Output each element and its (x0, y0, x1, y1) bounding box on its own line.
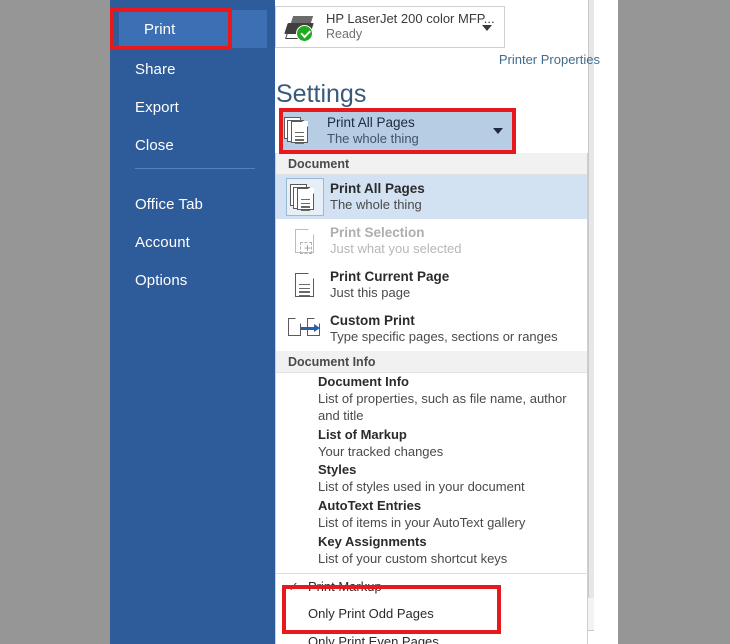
menu-item-title: AutoText Entries (318, 498, 587, 515)
printer-status: Ready (326, 27, 495, 43)
sidebar-item-label: Close (135, 137, 174, 154)
sidebar-item-label: Print (144, 21, 175, 38)
combo-subtitle: The whole thing (327, 131, 419, 148)
menu-item-subtitle: List of styles used in your document (318, 479, 587, 496)
menu-item-subtitle: Just this page (330, 285, 449, 302)
pages-stack-icon (281, 112, 319, 150)
sidebar-item-print[interactable]: Print (119, 10, 267, 48)
menu-item-subtitle: List of your custom shortcut keys (318, 551, 587, 568)
menu-item-subtitle: List of items in your AutoText gallery (318, 515, 587, 532)
menu-item-styles[interactable]: Styles List of styles used in your docum… (276, 461, 587, 497)
printer-name: HP LaserJet 200 color MFP... (326, 11, 495, 27)
sidebar-item-label: Options (135, 272, 187, 289)
menu-item-subtitle: Your tracked changes (318, 444, 587, 461)
sidebar-item-close[interactable]: Close (110, 126, 275, 164)
printer-icon (284, 12, 318, 42)
menu-item-print-selection: Print Selection Just what you selected (276, 219, 587, 263)
menu-item-document-info[interactable]: Document Info List of properties, such a… (276, 373, 587, 426)
printer-ready-check-icon (296, 25, 313, 42)
menu-item-subtitle: Just what you selected (330, 241, 462, 258)
menu-item-title: Print Selection (330, 224, 462, 241)
menu-item-title: Styles (318, 462, 587, 479)
preview-page-shadow (589, 0, 594, 600)
sidebar-item-label: Office Tab (135, 196, 203, 213)
menu-item-title: Document Info (318, 374, 587, 391)
printer-select[interactable]: HP LaserJet 200 color MFP... Ready (275, 6, 505, 48)
menu-item-list-of-markup[interactable]: List of Markup Your tracked changes (276, 426, 587, 462)
app-root: Print Share Export Close Office Tab Acco… (0, 0, 730, 644)
menu-item-autotext-entries[interactable]: AutoText Entries List of items in your A… (276, 497, 587, 533)
sidebar-divider (135, 168, 255, 169)
menu-item-only-print-even-pages[interactable]: Only Print Even Pages (276, 628, 587, 644)
menu-item-title: List of Markup (318, 427, 587, 444)
selection-icon (286, 222, 324, 260)
chevron-down-icon[interactable] (493, 128, 503, 134)
menu-item-subtitle: List of properties, such as file name, a… (318, 391, 587, 425)
menu-item-label: Print Markup (308, 579, 382, 594)
menu-item-label: Only Print Odd Pages (308, 606, 434, 621)
print-pane: HP LaserJet 200 color MFP... Ready Print… (275, 0, 618, 644)
menu-item-title: Key Assignments (318, 534, 587, 551)
sidebar-item-label: Account (135, 234, 190, 251)
menu-item-subtitle: The whole thing (330, 197, 425, 214)
sidebar-item-label: Share (135, 61, 176, 78)
menu-item-title: Custom Print (330, 312, 558, 329)
menu-item-label: Only Print Even Pages (308, 634, 439, 644)
menu-item-print-all-pages[interactable]: Print All Pages The whole thing (276, 175, 587, 219)
print-range-combo[interactable]: Print All Pages The whole thing (281, 111, 515, 151)
sidebar-item-account[interactable]: Account (110, 223, 275, 261)
sidebar-item-share[interactable]: Share (110, 50, 275, 88)
sidebar-item-options[interactable]: Options (110, 261, 275, 299)
printer-properties-link[interactable]: Printer Properties (499, 52, 600, 67)
menu-item-title: Print All Pages (330, 180, 425, 197)
menu-item-print-current-page[interactable]: Print Current Page Just this page (276, 263, 587, 307)
menu-item-key-assignments[interactable]: Key Assignments List of your custom shor… (276, 533, 587, 569)
menu-item-custom-print[interactable]: Custom Print Type specific pages, sectio… (276, 307, 587, 351)
sidebar-item-office-tab[interactable]: Office Tab (110, 185, 275, 223)
settings-heading: Settings (276, 80, 366, 109)
sidebar-item-export[interactable]: Export (110, 88, 275, 126)
menu-item-only-print-odd-pages[interactable]: Only Print Odd Pages (276, 600, 587, 628)
menu-section-document-info: Document Info (276, 351, 587, 373)
sidebar-item-label: Export (135, 99, 179, 116)
combo-title: Print All Pages (327, 114, 419, 132)
custom-print-icon (286, 310, 324, 348)
menu-item-print-markup[interactable]: ✓ Print Markup (276, 574, 587, 600)
single-page-icon (286, 266, 324, 304)
menu-section-document: Document (276, 153, 587, 175)
backstage-sidebar: Print Share Export Close Office Tab Acco… (110, 0, 275, 644)
menu-item-subtitle: Type specific pages, sections or ranges (330, 329, 558, 346)
print-range-dropdown: Document Print All Pages The whole thing… (275, 153, 588, 644)
pages-stack-icon (286, 178, 324, 216)
menu-item-title: Print Current Page (330, 268, 449, 285)
chevron-down-icon[interactable] (482, 25, 492, 31)
check-icon: ✓ (288, 579, 308, 595)
